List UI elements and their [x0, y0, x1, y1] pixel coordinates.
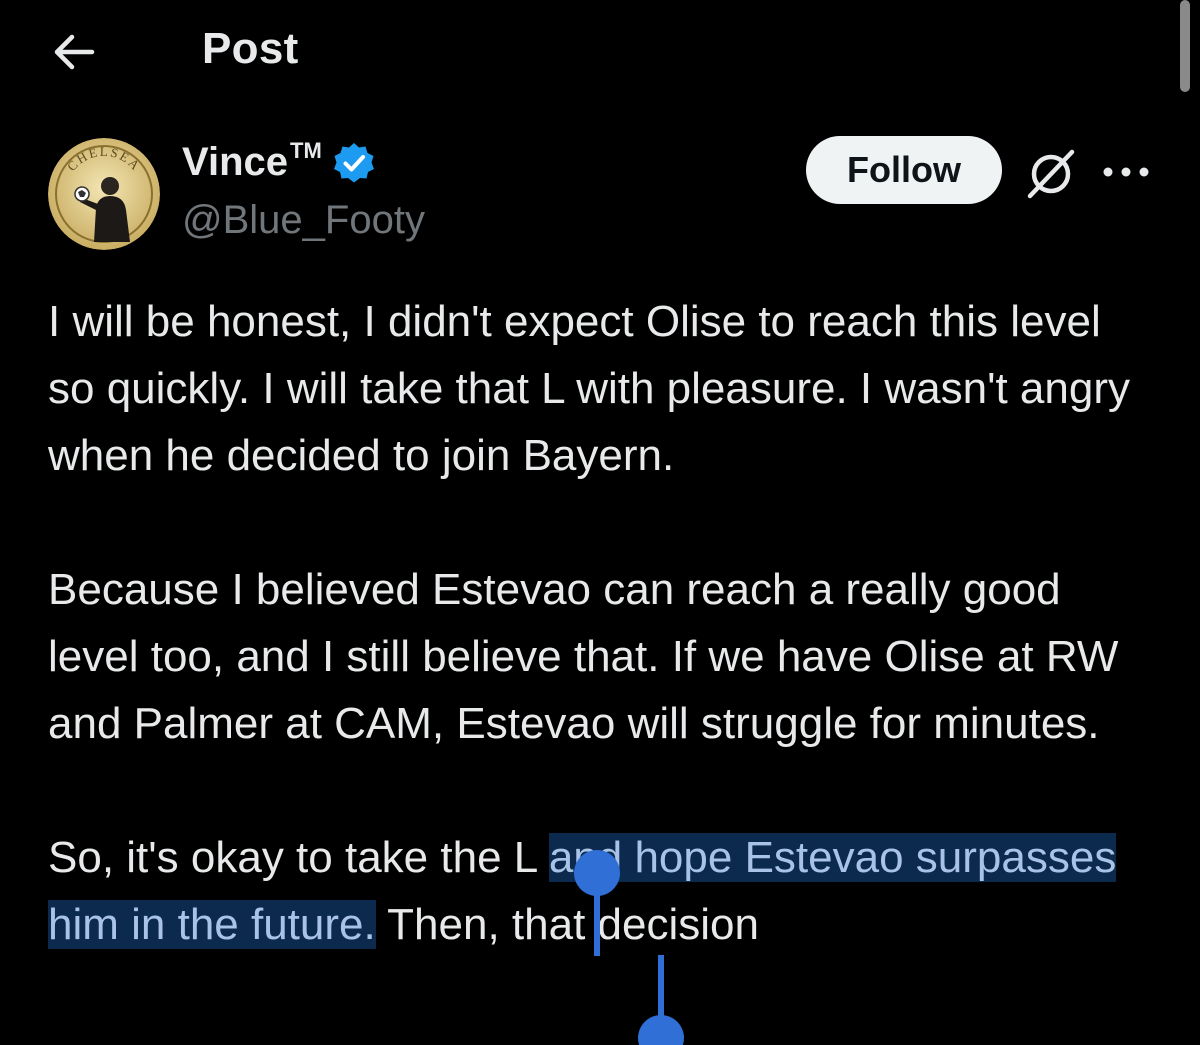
avatar[interactable]: CHELSEA	[48, 138, 160, 250]
author-display-name[interactable]: Vince TM	[182, 137, 376, 185]
post-text-segment: Then, that decision	[375, 900, 759, 949]
post-header: Post	[0, 0, 1200, 100]
author-name-text: Vince	[182, 140, 288, 184]
grok-icon[interactable]	[1022, 144, 1080, 202]
post-paragraph: I will be honest, I didn't expect Olise …	[48, 297, 1130, 480]
selection-start-handle[interactable]	[574, 850, 620, 956]
selection-end-handle[interactable]	[638, 955, 684, 1045]
scrollbar[interactable]	[1180, 0, 1190, 92]
author-handle[interactable]: @Blue_Footy	[182, 198, 425, 243]
page-title: Post	[202, 24, 299, 73]
chelsea-crest-avatar-image: CHELSEA	[48, 138, 160, 250]
verified-badge-icon	[333, 142, 374, 182]
follow-button[interactable]: Follow	[806, 136, 1002, 204]
post-text-segment: So, it's okay to take the L	[48, 833, 549, 882]
trademark-mark: TM	[290, 137, 322, 163]
arrow-left-icon[interactable]	[48, 26, 100, 78]
post-paragraph: Because I believed Estevao can reach a r…	[48, 565, 1119, 748]
more-horizontal-icon[interactable]	[1100, 150, 1152, 194]
